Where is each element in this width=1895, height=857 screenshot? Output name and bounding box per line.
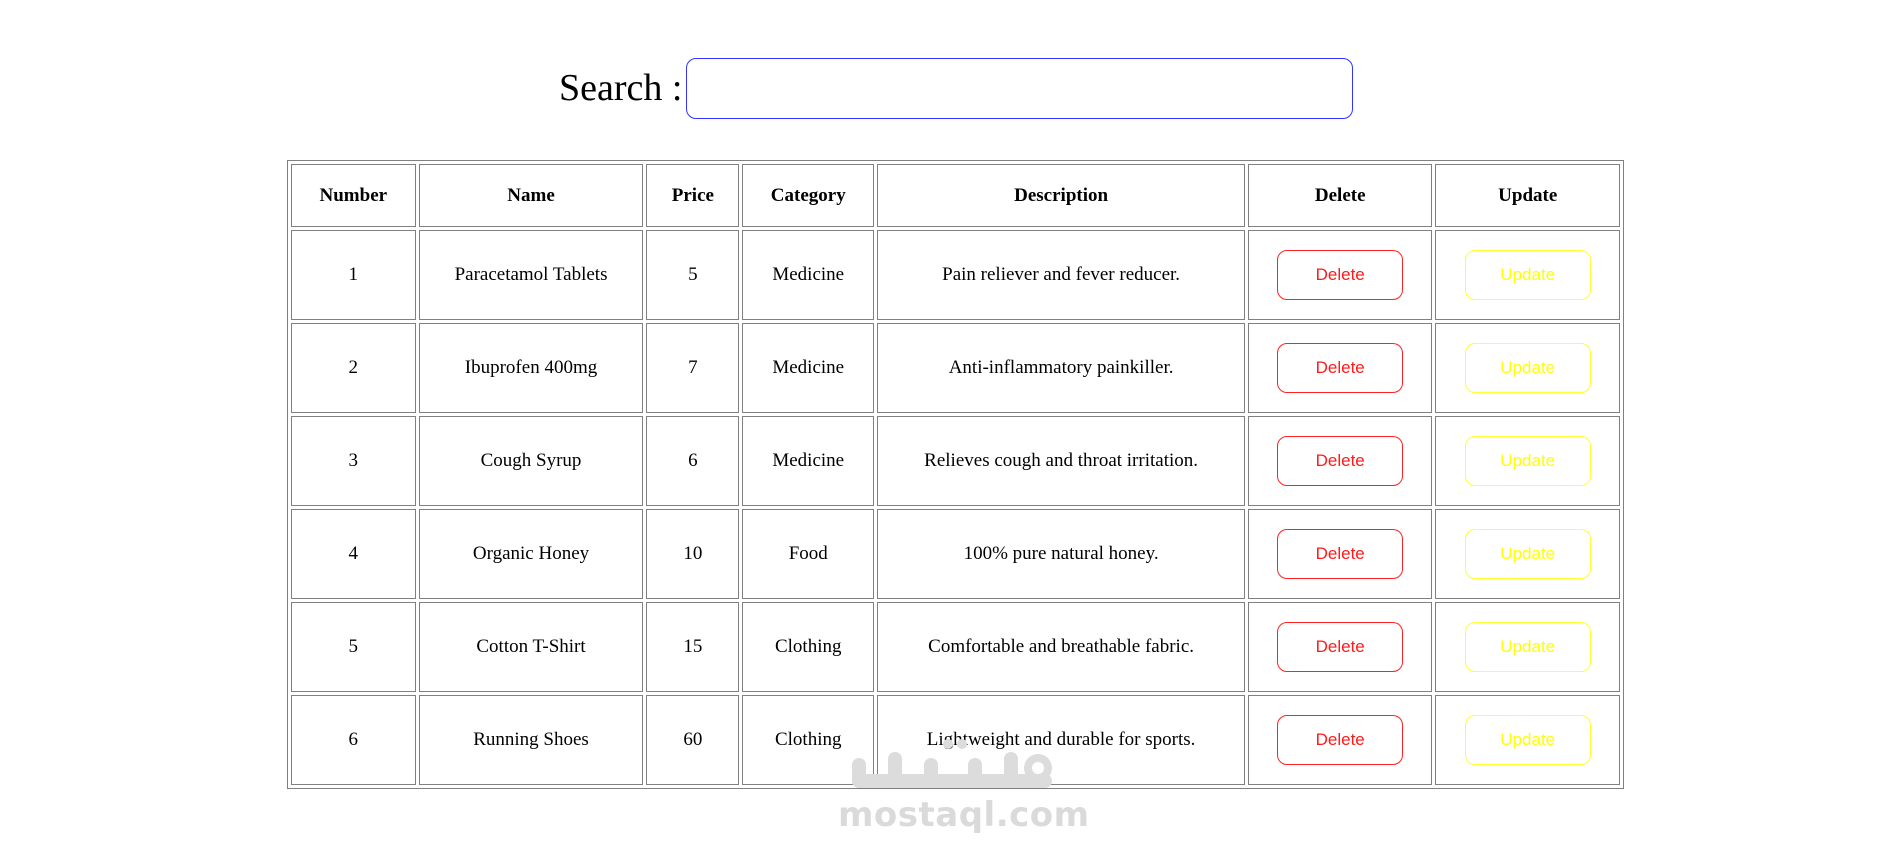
cell-number: 6 — [291, 695, 416, 785]
cell-delete: Delete — [1247, 602, 1433, 692]
update-button[interactable]: Update — [1464, 529, 1591, 579]
update-button[interactable]: Update — [1464, 250, 1591, 300]
search-bar: Search : — [559, 56, 1354, 120]
cell-delete: Delete — [1247, 230, 1433, 320]
table-header-row: Number Name Price Category Description D… — [291, 164, 1620, 227]
cell-category: Medicine — [742, 323, 875, 413]
search-label: Search : — [559, 67, 683, 109]
delete-button[interactable]: Delete — [1277, 715, 1404, 765]
cell-number: 4 — [291, 509, 416, 599]
cell-update: Update — [1435, 230, 1620, 320]
cell-number: 3 — [291, 416, 416, 506]
cell-delete: Delete — [1247, 323, 1433, 413]
cell-price: 5 — [646, 230, 740, 320]
cell-description: Lightweight and durable for sports. — [877, 695, 1245, 785]
cell-update: Update — [1435, 695, 1620, 785]
header-number: Number — [291, 164, 416, 227]
cell-number: 1 — [291, 230, 416, 320]
cell-name: Ibuprofen 400mg — [418, 323, 644, 413]
cell-description: Comfortable and breathable fabric. — [877, 602, 1245, 692]
products-table-container: Number Name Price Category Description D… — [287, 160, 1624, 789]
cell-update: Update — [1435, 602, 1620, 692]
table-row: 2 Ibuprofen 400mg 7 Medicine Anti-inflam… — [291, 323, 1620, 413]
header-price: Price — [646, 164, 740, 227]
cell-description: Pain reliever and fever reducer. — [877, 230, 1245, 320]
cell-price: 60 — [646, 695, 740, 785]
delete-button[interactable]: Delete — [1277, 622, 1404, 672]
header-update: Update — [1435, 164, 1620, 227]
cell-name: Running Shoes — [418, 695, 644, 785]
delete-button[interactable]: Delete — [1277, 436, 1404, 486]
cell-category: Clothing — [742, 602, 875, 692]
update-button[interactable]: Update — [1464, 715, 1591, 765]
cell-name: Cough Syrup — [418, 416, 644, 506]
cell-category: Food — [742, 509, 875, 599]
cell-description: Anti-inflammatory painkiller. — [877, 323, 1245, 413]
cell-category: Clothing — [742, 695, 875, 785]
header-name: Name — [418, 164, 644, 227]
cell-update: Update — [1435, 416, 1620, 506]
table-row: 4 Organic Honey 10 Food 100% pure natura… — [291, 509, 1620, 599]
cell-name: Cotton T-Shirt — [418, 602, 644, 692]
cell-category: Medicine — [742, 230, 875, 320]
cell-category: Medicine — [742, 416, 875, 506]
search-input[interactable] — [686, 57, 1354, 119]
cell-number: 2 — [291, 323, 416, 413]
cell-description: 100% pure natural honey. — [877, 509, 1245, 599]
update-button[interactable]: Update — [1464, 436, 1591, 486]
cell-update: Update — [1435, 323, 1620, 413]
update-button[interactable]: Update — [1464, 622, 1591, 672]
cell-delete: Delete — [1247, 509, 1433, 599]
table-row: 3 Cough Syrup 6 Medicine Relieves cough … — [291, 416, 1620, 506]
cell-description: Relieves cough and throat irritation. — [877, 416, 1245, 506]
watermark-text: mostaql.com — [838, 795, 1090, 835]
table-row: 6 Running Shoes 60 Clothing Lightweight … — [291, 695, 1620, 785]
header-description: Description — [877, 164, 1245, 227]
cell-price: 10 — [646, 509, 740, 599]
header-delete: Delete — [1247, 164, 1433, 227]
table-row: 5 Cotton T-Shirt 15 Clothing Comfortable… — [291, 602, 1620, 692]
cell-update: Update — [1435, 509, 1620, 599]
header-category: Category — [742, 164, 875, 227]
cell-name: Paracetamol Tablets — [418, 230, 644, 320]
table-row: 1 Paracetamol Tablets 5 Medicine Pain re… — [291, 230, 1620, 320]
cell-name: Organic Honey — [418, 509, 644, 599]
products-table: Number Name Price Category Description D… — [287, 160, 1624, 789]
cell-delete: Delete — [1247, 416, 1433, 506]
cell-price: 6 — [646, 416, 740, 506]
delete-button[interactable]: Delete — [1277, 343, 1404, 393]
delete-button[interactable]: Delete — [1277, 529, 1404, 579]
delete-button[interactable]: Delete — [1277, 250, 1404, 300]
cell-number: 5 — [291, 602, 416, 692]
cell-price: 7 — [646, 323, 740, 413]
update-button[interactable]: Update — [1464, 343, 1591, 393]
cell-price: 15 — [646, 602, 740, 692]
page: Search : Number Name Price Category Desc — [0, 0, 1895, 857]
cell-delete: Delete — [1247, 695, 1433, 785]
